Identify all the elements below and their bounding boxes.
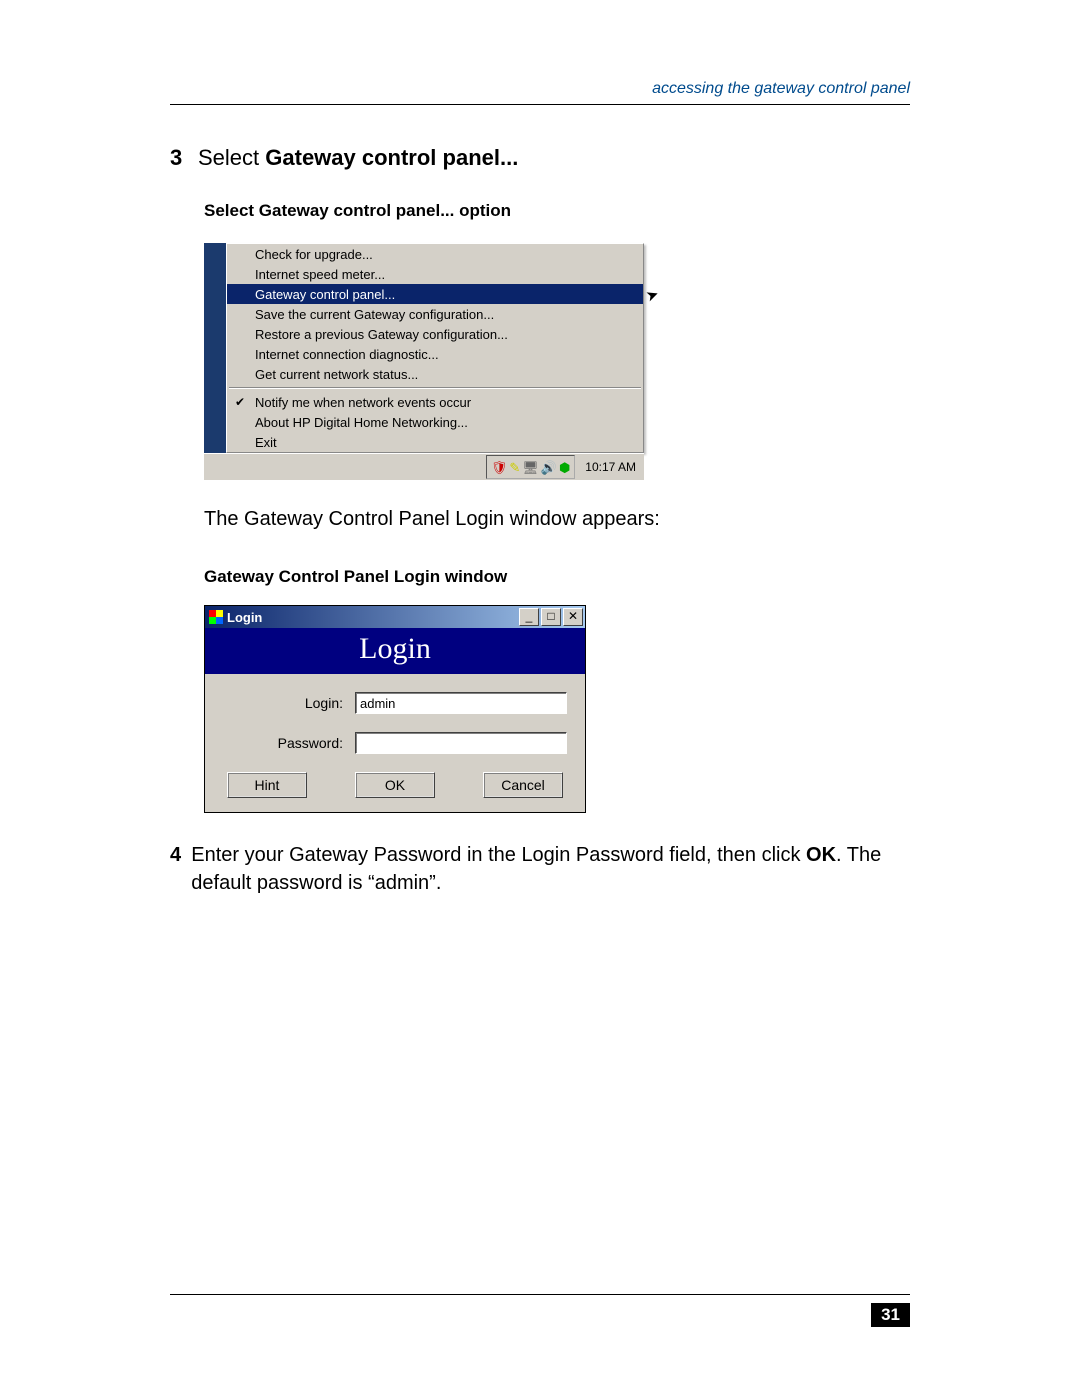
taskbar-clock: 10:17 AM — [585, 460, 636, 474]
step-4-number: 4 — [170, 841, 191, 897]
taskbar: 🛡 ✎ 🖥 🔊 ⬢ 10:17 AM — [204, 453, 644, 480]
password-label: Password: — [223, 735, 355, 751]
figure2-caption: Gateway Control Panel Login window — [204, 567, 910, 587]
figure1-caption: Select Gateway control panel... option — [204, 201, 910, 221]
step-3-number: 3 — [170, 145, 198, 171]
cursor-icon: ➤ — [644, 284, 662, 305]
login-titlebar: Login _ □ ✕ — [205, 606, 585, 628]
menu-separator — [229, 387, 641, 389]
step-3-prefix: Select — [198, 145, 265, 170]
step-4: 4 Enter your Gateway Password in the Log… — [170, 841, 910, 897]
login-input[interactable] — [355, 692, 567, 714]
minimize-button[interactable]: _ — [519, 608, 539, 626]
page-footer: 31 — [170, 1286, 910, 1327]
menu-item-notify-events[interactable]: Notify me when network events occur — [227, 392, 643, 412]
menu-item-speed-meter[interactable]: Internet speed meter... — [227, 264, 643, 284]
menu-item-network-status[interactable]: Get current network status... — [227, 364, 643, 384]
tray-icon-4: 🔊 — [541, 461, 557, 474]
page-number: 31 — [871, 1303, 910, 1327]
footer-rule — [170, 1294, 910, 1295]
maximize-button[interactable]: □ — [541, 608, 561, 626]
context-menu: Check for upgrade... Internet speed mete… — [226, 243, 644, 453]
body-text-1: The Gateway Control Panel Login window a… — [204, 508, 910, 531]
menu-item-about[interactable]: About HP Digital Home Networking... — [227, 412, 643, 432]
menu-item-check-upgrade[interactable]: Check for upgrade... — [227, 244, 643, 264]
menu-item-gateway-control-panel-label: Gateway control panel... — [255, 287, 395, 302]
password-input[interactable] — [355, 732, 567, 754]
tray-icon-1: 🛡 — [491, 461, 508, 474]
login-window: Login _ □ ✕ Login Login: Password: — [204, 605, 586, 813]
ok-button[interactable]: OK — [355, 772, 435, 798]
menu-item-gateway-control-panel[interactable]: Gateway control panel... ➤ — [227, 284, 643, 304]
menu-item-save-config[interactable]: Save the current Gateway configuration..… — [227, 304, 643, 324]
login-title: Login — [227, 610, 262, 625]
tray-icon-2: ✎ — [509, 461, 520, 474]
hint-button[interactable]: Hint — [227, 772, 307, 798]
menu-item-exit[interactable]: Exit — [227, 432, 643, 452]
menu-item-connection-diagnostic[interactable]: Internet connection diagnostic... — [227, 344, 643, 364]
figure1-context-menu: Check for upgrade... Internet speed mete… — [204, 243, 644, 480]
app-icon — [209, 610, 223, 624]
running-head: accessing the gateway control panel — [170, 80, 910, 98]
cancel-button[interactable]: Cancel — [483, 772, 563, 798]
login-banner: Login — [205, 628, 585, 674]
tray-icon-5: ⬢ — [559, 461, 570, 474]
step-3: 3 Select Gateway control panel... — [170, 145, 910, 171]
step-3-bold: Gateway control panel... — [265, 145, 518, 170]
header-rule — [170, 104, 910, 105]
menu-item-restore-config[interactable]: Restore a previous Gateway configuration… — [227, 324, 643, 344]
system-tray: 🛡 ✎ 🖥 🔊 ⬢ — [486, 455, 575, 479]
tray-icon-3: 🖥 — [522, 461, 539, 474]
login-label: Login: — [223, 695, 355, 711]
step-4-bold: OK — [806, 844, 836, 866]
step-4-pre: Enter your Gateway Password in the Login… — [191, 844, 806, 866]
close-button[interactable]: ✕ — [563, 608, 583, 626]
